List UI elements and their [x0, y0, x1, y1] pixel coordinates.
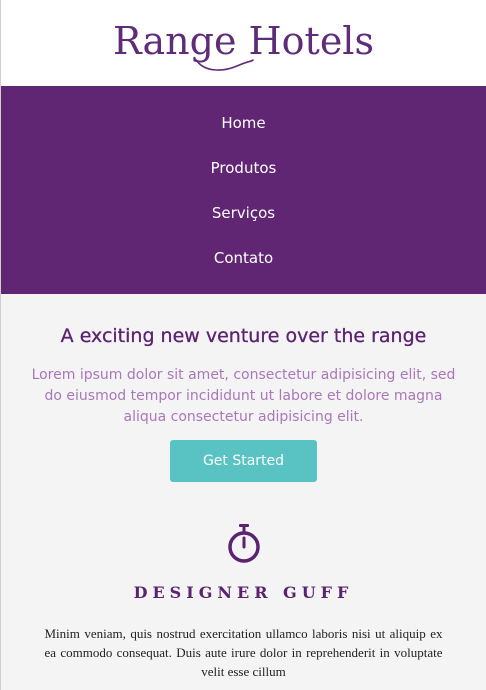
hero-text: Lorem ipsum dolor sit amet, consectetur … — [31, 367, 456, 425]
nav-item-contato[interactable]: Contato — [214, 236, 273, 281]
main-nav: Home Produtos Serviços Contato — [1, 86, 486, 294]
logo-swash — [196, 59, 254, 71]
stopwatch-icon — [225, 522, 263, 564]
nav-item-home[interactable]: Home — [221, 101, 265, 146]
get-started-button[interactable]: Get Started — [170, 440, 317, 482]
hero-title: A exciting new venture over the range — [60, 325, 427, 347]
nav-item-produtos[interactable]: Produtos — [211, 146, 277, 191]
logo[interactable]: Range Hotels — [113, 14, 374, 71]
page: Range Hotels Home Produtos Serviços Cont… — [0, 0, 486, 690]
feature-text: Minim veniam, quis nostrud exercitation … — [44, 626, 443, 679]
nav-item-servicos[interactable]: Serviços — [212, 191, 275, 236]
logo-text: Range Hotels — [113, 19, 374, 63]
site-header: Range Hotels — [1, 0, 486, 86]
feature-section: DESIGNER GUFF Minim veniam, quis nostrud… — [1, 522, 486, 681]
feature-title: DESIGNER GUFF — [133, 583, 354, 602]
hero-section: A exciting new venture over the range Lo… — [1, 294, 486, 482]
